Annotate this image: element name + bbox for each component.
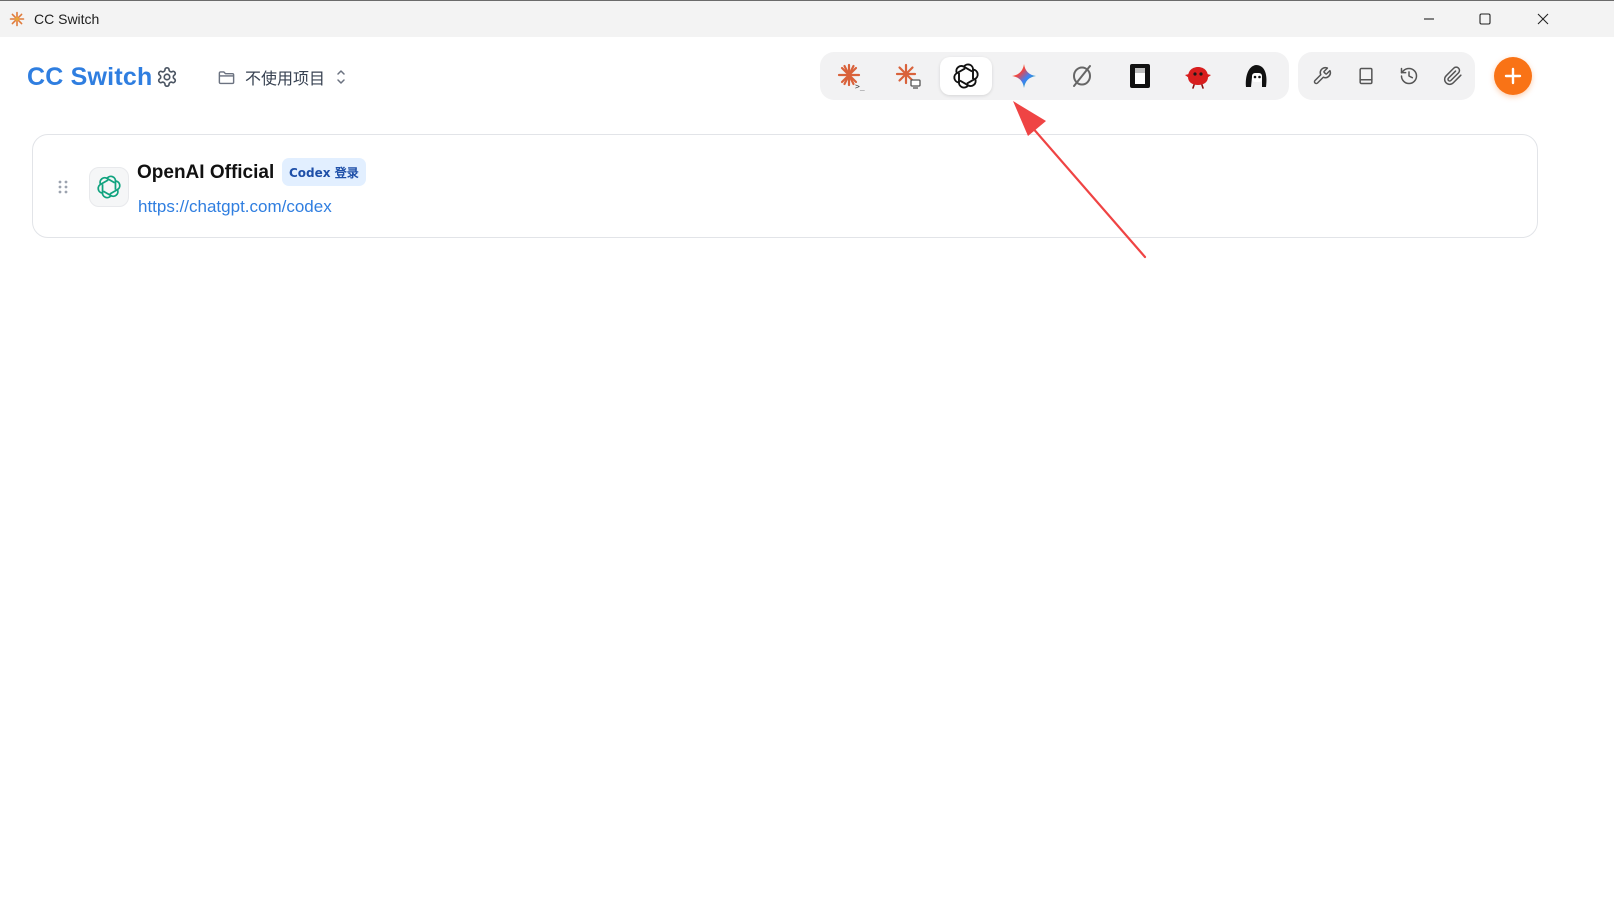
folder-icon (218, 70, 235, 84)
provider-badge: Codex 登录 (282, 158, 366, 186)
app-tab-gemini[interactable] (998, 57, 1050, 95)
minimize-button[interactable] (1400, 1, 1458, 37)
maximize-button[interactable] (1456, 1, 1514, 37)
paperclip-icon (1443, 66, 1462, 86)
provider-name: OpenAI Official (137, 162, 275, 183)
close-icon (1537, 13, 1549, 25)
svg-text:>_: >_ (855, 82, 865, 91)
plus-icon (1504, 67, 1522, 85)
gemini-icon (1012, 64, 1036, 88)
red-bird-icon (1185, 67, 1211, 89)
provider-card[interactable]: OpenAI Official Codex 登录 https://chatgpt… (32, 134, 1538, 238)
provider-logo (89, 167, 129, 207)
claude-desktop-icon (895, 63, 921, 89)
app-tab-terminal[interactable] (1114, 57, 1166, 95)
history-button[interactable] (1394, 61, 1424, 91)
chevron-up-down-icon (337, 70, 345, 84)
app-logo-icon (9, 11, 25, 27)
window-titlebar: CC Switch (0, 0, 1614, 37)
window-title: CC Switch (34, 11, 100, 27)
openai-logo-icon (97, 175, 121, 199)
wrench-icon (1313, 66, 1332, 85)
tools-toolbar (1298, 52, 1475, 100)
attachments-button[interactable] (1438, 61, 1468, 91)
openai-codex-icon (953, 63, 979, 89)
maximize-icon (1479, 13, 1491, 25)
history-icon (1400, 67, 1418, 85)
opencode-icon (1073, 65, 1091, 87)
tools-button[interactable] (1307, 61, 1337, 91)
drag-handle-icon[interactable] (57, 179, 69, 195)
project-selector[interactable]: 不使用项目 (217, 64, 347, 90)
app-tab-codex[interactable] (940, 57, 992, 95)
app-title: CC Switch (27, 63, 153, 91)
app-tab-avatar[interactable] (1230, 57, 1282, 95)
app-switcher: >_ (820, 52, 1289, 100)
project-selector-value: 不使用项目 (245, 69, 326, 88)
settings-button[interactable] (156, 66, 178, 88)
terminal-app-icon (1130, 64, 1150, 88)
app-tab-claude-desktop[interactable] (882, 57, 934, 95)
claude-code-icon: >_ (837, 63, 865, 91)
close-button[interactable] (1514, 1, 1572, 37)
app-tab-red-bird[interactable] (1172, 57, 1224, 95)
docs-button[interactable] (1351, 61, 1381, 91)
app-tab-claude-code[interactable]: >_ (824, 57, 876, 95)
provider-url-link[interactable]: https://chatgpt.com/codex (138, 197, 332, 217)
avatar-app-icon (1245, 65, 1267, 87)
book-icon (1359, 67, 1373, 85)
gear-icon (157, 67, 177, 87)
add-provider-button[interactable] (1494, 57, 1532, 95)
app-tab-opencode[interactable] (1056, 57, 1108, 95)
minimize-icon (1424, 18, 1434, 20)
